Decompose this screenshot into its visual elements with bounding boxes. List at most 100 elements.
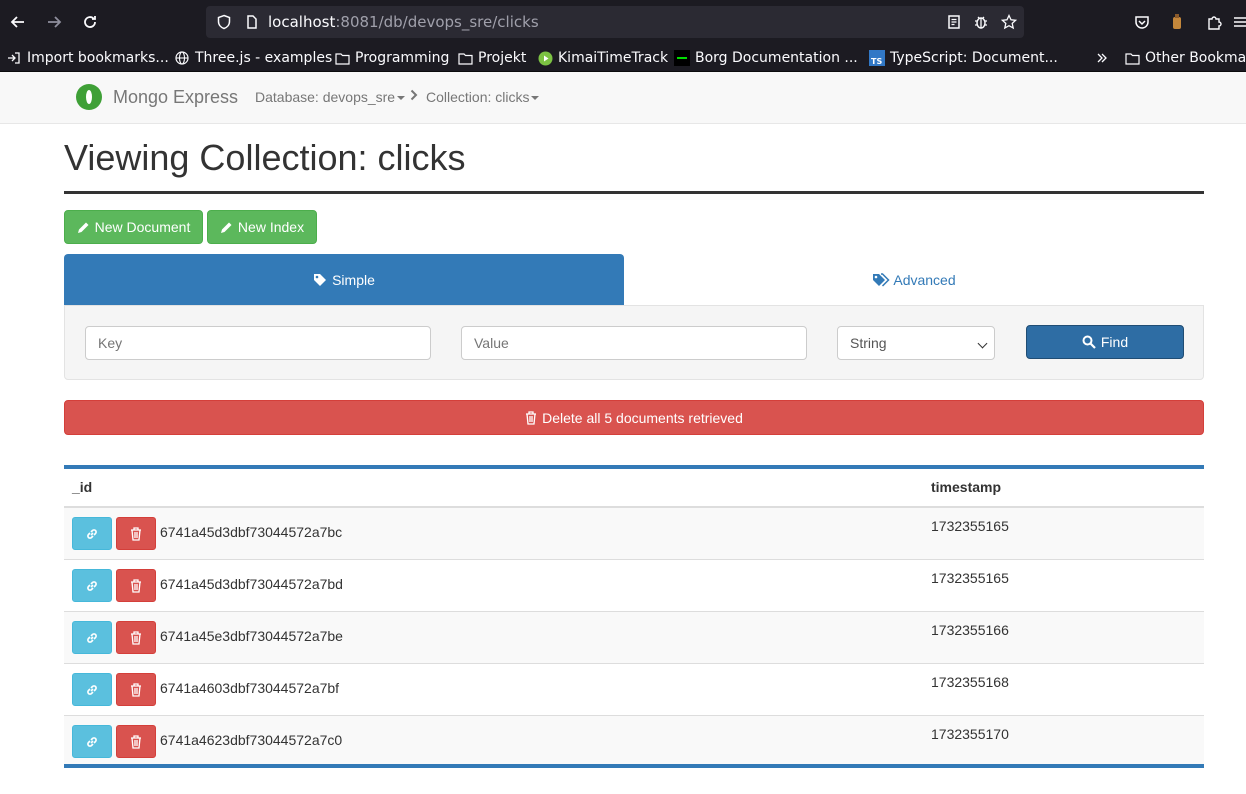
trash-icon [131, 630, 141, 645]
address-bar[interactable]: localhost:8081/db/devops_sre/clicks [206, 6, 1024, 38]
find-button[interactable]: Find [1026, 325, 1184, 359]
delete-document-button[interactable] [116, 517, 156, 550]
find-label: Find [1100, 334, 1129, 350]
typescript-logo-icon: TS [869, 50, 885, 66]
bookmark-label: KimaiTimeTrack [558, 50, 669, 66]
document-id[interactable]: 6741a4623dbf73044572a7c0 [160, 732, 342, 748]
bookmark-label: Other Bookmar [1145, 50, 1246, 66]
bookmark-label: Import bookmarks... [27, 50, 169, 66]
title-divider [64, 191, 1204, 194]
link-icon [87, 684, 97, 695]
document-timestamp: 1732355166 [931, 622, 1009, 638]
brand-name[interactable]: Mongo Express [113, 87, 238, 108]
link-icon [87, 736, 97, 747]
bookmark-kimai[interactable]: KimaiTimeTrack [537, 48, 668, 68]
bookmark-programming[interactable]: Programming [334, 48, 449, 68]
type-select[interactable]: String [837, 326, 995, 360]
pocket-icon[interactable] [1130, 10, 1154, 34]
tab-simple-label: Simple [332, 271, 375, 288]
bookmark-projekt[interactable]: Projekt [457, 48, 526, 68]
bookmark-label: TypeScript: Document... [890, 50, 1058, 66]
table-row[interactable]: 6741a45d3dbf73044572a7bd 1732355165 [64, 560, 1204, 612]
import-icon [6, 50, 22, 66]
value-input[interactable] [461, 326, 807, 360]
document-id[interactable]: 6741a45d3dbf73044572a7bc [160, 524, 342, 540]
bookmark-label: Projekt [478, 50, 527, 66]
table-bottom-border [64, 764, 1204, 768]
bookmark-label: Borg Documentation ... [695, 50, 858, 66]
bug-icon[interactable] [970, 11, 992, 33]
table-row[interactable]: 6741a4603dbf73044572a7bf 1732355168 [64, 664, 1204, 716]
column-header-timestamp[interactable]: timestamp [931, 479, 1001, 495]
database-dropdown[interactable]: Database: devops_sre [255, 89, 406, 105]
delete-document-button[interactable] [116, 569, 156, 602]
tab-simple[interactable]: Simple [64, 254, 624, 305]
extensions-puzzle-icon[interactable] [1202, 10, 1226, 34]
column-header-id[interactable]: _id [72, 479, 92, 495]
bookmark-borg[interactable]: Borg Documentation ... [674, 48, 858, 68]
delete-document-button[interactable] [116, 621, 156, 654]
view-document-button[interactable] [72, 517, 112, 550]
reload-icon[interactable] [76, 8, 104, 36]
table-row[interactable]: 6741a45d3dbf73044572a7bc 1732355165 [64, 508, 1204, 560]
folder-icon [1124, 50, 1140, 66]
document-id[interactable]: 6741a45e3dbf73044572a7be [160, 628, 343, 644]
forward-arrow-icon[interactable] [40, 8, 68, 36]
view-document-button[interactable] [72, 725, 112, 758]
new-index-button[interactable]: New Index [207, 210, 317, 244]
bookmarks-overflow-chevron-icon[interactable] [1095, 48, 1109, 68]
link-icon [87, 528, 97, 539]
app-navbar: Mongo Express Database: devops_sre Colle… [0, 72, 1246, 124]
table-row[interactable]: 6741a4623dbf73044572a7c0 1732355170 [64, 716, 1204, 768]
browser-toolbar: localhost:8081/db/devops_sre/clicks [0, 0, 1246, 44]
document-timestamp: 1732355165 [931, 518, 1009, 534]
chevron-down-icon [977, 338, 988, 349]
delete-document-button[interactable] [116, 673, 156, 706]
caret-down-icon [531, 96, 540, 101]
reader-view-icon[interactable] [943, 11, 965, 33]
type-select-value: String [850, 335, 887, 351]
bookmark-threejs[interactable]: Three.js - examples [174, 48, 332, 68]
svg-text:TS: TS [871, 57, 882, 66]
new-document-label: New Document [94, 219, 191, 235]
collection-crumb-label: Collection: clicks [426, 89, 530, 105]
page-icon[interactable] [241, 11, 263, 33]
delete-all-button[interactable]: Delete all 5 documents retrieved [64, 400, 1204, 435]
folder-icon [334, 50, 350, 66]
back-arrow-icon[interactable] [4, 8, 32, 36]
menu-icon[interactable] [1228, 10, 1246, 34]
view-document-button[interactable] [72, 673, 112, 706]
tab-advanced-label: Advanced [893, 271, 956, 288]
new-document-button[interactable]: New Document [64, 210, 203, 244]
tags-icon [873, 272, 890, 287]
extension-bottle-icon[interactable] [1165, 10, 1189, 34]
shield-icon[interactable] [213, 11, 235, 33]
trash-icon [131, 682, 141, 697]
bookmark-other[interactable]: Other Bookmar [1124, 48, 1246, 68]
document-id[interactable]: 6741a4603dbf73044572a7bf [160, 680, 339, 696]
trash-icon [526, 410, 537, 425]
document-timestamp: 1732355170 [931, 726, 1009, 742]
url-text[interactable]: localhost:8081/db/devops_sre/clicks [268, 13, 539, 31]
delete-document-button[interactable] [116, 725, 156, 758]
tab-advanced[interactable]: Advanced [624, 254, 1204, 305]
key-input[interactable] [85, 326, 431, 360]
delete-all-label: Delete all 5 documents retrieved [542, 409, 743, 426]
mongo-leaf-logo-icon[interactable] [76, 84, 102, 110]
collection-dropdown[interactable]: Collection: clicks [426, 89, 540, 105]
table-row[interactable]: 6741a45e3dbf73044572a7be 1732355166 [64, 612, 1204, 664]
bookmark-typescript[interactable]: TS TypeScript: Document... [869, 48, 1058, 68]
view-document-button[interactable] [72, 569, 112, 602]
bookmark-import[interactable]: Import bookmarks... [6, 48, 169, 68]
tag-icon [314, 273, 327, 286]
view-document-button[interactable] [72, 621, 112, 654]
url-host: localhost [268, 13, 336, 31]
star-icon[interactable] [998, 11, 1020, 33]
document-id[interactable]: 6741a45d3dbf73044572a7bd [160, 576, 343, 592]
borg-logo-icon [674, 50, 690, 66]
new-index-label: New Index [237, 219, 305, 235]
document-timestamp: 1732355165 [931, 570, 1009, 586]
trash-icon [131, 734, 141, 749]
document-timestamp: 1732355168 [931, 674, 1009, 690]
globe-icon [174, 50, 190, 66]
